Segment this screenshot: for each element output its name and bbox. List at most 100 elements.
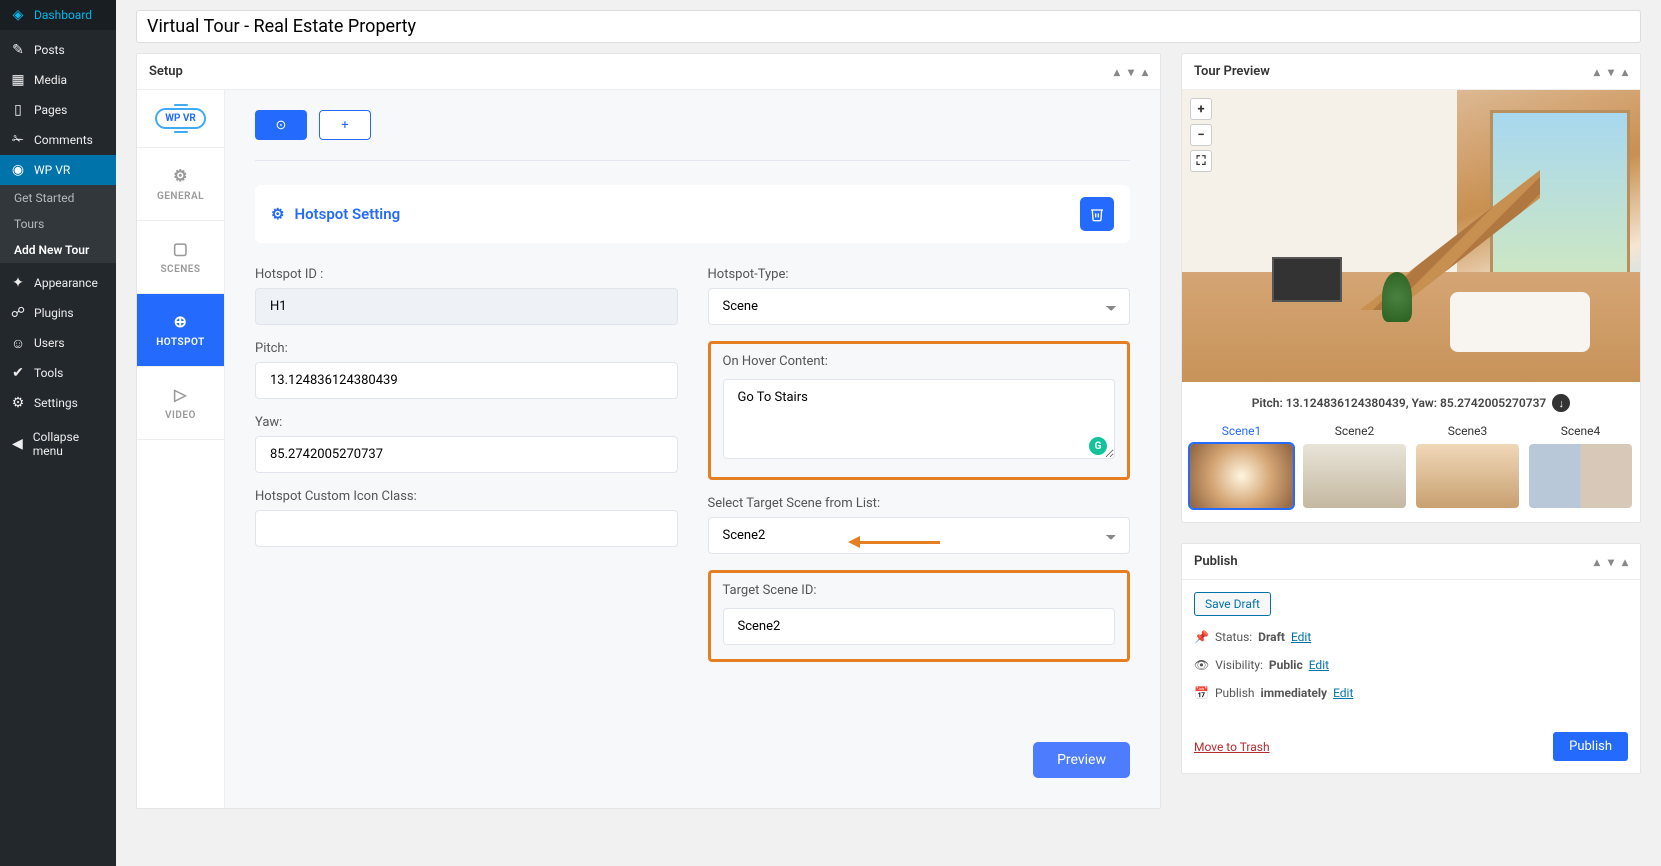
edit-status-link[interactable]: Edit (1291, 630, 1311, 644)
sidebar-item-dashboard[interactable]: ◈Dashboard (0, 0, 116, 30)
custom-icon-input[interactable] (255, 510, 678, 547)
sidebar-item-plugins[interactable]: ☍ Plugins (0, 298, 116, 328)
edit-visibility-link[interactable]: Edit (1309, 658, 1329, 672)
plugins-icon: ☍ (10, 305, 26, 321)
panel-toggle-icon[interactable]: ▴ (1622, 65, 1628, 79)
scene-thumb-3[interactable] (1416, 444, 1519, 508)
vtab-scenes[interactable]: ▢ SCENES (137, 221, 224, 294)
panorama-viewer[interactable]: + − ⛶ (1182, 90, 1640, 382)
sidebar-sub-tours[interactable]: Tours (0, 211, 116, 237)
comments-icon: ✁ (10, 132, 26, 148)
calendar-icon: 📅 (1194, 686, 1209, 700)
panel-toggle-icon[interactable]: ▴ (1622, 555, 1628, 569)
panel-down-icon[interactable]: ▾ (1608, 555, 1614, 569)
publish-button[interactable]: Publish (1553, 732, 1628, 761)
tools-icon: ✔ (10, 365, 26, 381)
hotspot-tab-add[interactable]: + (319, 110, 371, 140)
hotspot-type-label: Hotspot-Type: (708, 267, 1131, 282)
sidebar-item-settings[interactable]: ⚙Settings (0, 388, 116, 418)
panel-up-icon[interactable]: ▴ (1594, 555, 1600, 569)
sidebar-item-appearance[interactable]: ✦Appearance (0, 268, 116, 298)
scene-thumb-label: Scene1 (1190, 424, 1293, 438)
vtab-video[interactable]: ▷VIDEO (137, 367, 224, 440)
pitch-yaw-readout: Pitch: 13.124836124380439, Yaw: 85.27420… (1252, 396, 1547, 410)
edit-schedule-link[interactable]: Edit (1333, 686, 1353, 700)
preview-button[interactable]: Preview (1033, 742, 1130, 778)
sidebar-item-tools[interactable]: ✔ Tools (0, 358, 116, 388)
panel-title: Publish (1194, 554, 1238, 569)
move-to-trash-link[interactable]: Move to Trash (1194, 740, 1270, 754)
yaw-input[interactable] (255, 436, 678, 473)
vtab-hotspot[interactable]: ⊕HOTSPOT (137, 294, 224, 367)
admin-sidebar: ◈Dashboard ✎ Posts ▦ Media ▯Pages ✁ Comment… (0, 0, 116, 866)
sidebar-item-collapse[interactable]: ◀ Collapse menu (0, 423, 116, 465)
delete-hotspot-button[interactable] (1080, 197, 1114, 231)
sidebar-label: Media (34, 73, 67, 87)
sidebar-sub-get-started[interactable]: Get Started (0, 185, 116, 211)
media-icon: ▦ (10, 72, 26, 88)
schedule-value: immediately (1261, 686, 1328, 700)
panel-up-icon[interactable]: ▴ (1594, 65, 1600, 79)
sidebar-sub-add-new-tour[interactable]: Add New Tour (0, 237, 116, 263)
scene-thumb-4[interactable] (1529, 444, 1632, 508)
sidebar-item-comments[interactable]: ✁ Comments (0, 125, 116, 155)
download-icon[interactable]: ↓ (1552, 394, 1570, 412)
sidebar-item-posts[interactable]: ✎ Posts (0, 35, 116, 65)
post-title-input[interactable] (136, 10, 1641, 43)
scene-thumb-2[interactable] (1303, 444, 1406, 508)
grammarly-icon[interactable]: G (1089, 437, 1107, 455)
collapse-icon: ◀ (10, 436, 25, 452)
zoom-in-button[interactable]: + (1190, 98, 1212, 120)
panel-up-icon[interactable]: ▴ (1114, 65, 1120, 79)
wpvr-logo: WP VR (137, 90, 224, 148)
vtab-label: GENERAL (157, 191, 204, 202)
tour-preview-panel: Tour Preview ▴ ▾ ▴ (1181, 53, 1641, 523)
sidebar-label: Comments (34, 133, 93, 147)
save-draft-button[interactable]: Save Draft (1194, 592, 1271, 616)
sidebar-label: WP VR (34, 163, 70, 177)
vtab-label: SCENES (160, 264, 200, 275)
pin-icon: ✎ (10, 42, 26, 58)
sidebar-label: Tools (34, 366, 63, 380)
sidebar-label: Appearance (34, 276, 98, 290)
vtab-general[interactable]: ⚙GENERAL (137, 148, 224, 221)
scene-thumb-1[interactable] (1190, 444, 1293, 508)
scene-thumb-label: Scene4 (1529, 424, 1632, 438)
hotspot-tab-current[interactable]: ⊙ (255, 110, 307, 140)
sidebar-label: Posts (34, 43, 65, 57)
users-icon: ☺ (10, 335, 26, 351)
status-label: Status: (1215, 630, 1252, 644)
sidebar-item-media[interactable]: ▦ Media (0, 65, 116, 95)
pin-icon: 📌 (1194, 630, 1209, 644)
visibility-label: Visibility: (1215, 658, 1263, 672)
hover-content-highlight: On Hover Content: G (708, 341, 1131, 480)
hotspot-type-select[interactable]: Scene (708, 288, 1131, 325)
schedule-label: Publish (1215, 686, 1255, 700)
zoom-out-button[interactable]: − (1190, 124, 1212, 146)
sidebar-label: Collapse menu (33, 430, 106, 458)
yaw-label: Yaw: (255, 415, 678, 430)
pitch-input[interactable] (255, 362, 678, 399)
panel-down-icon[interactable]: ▾ (1608, 65, 1614, 79)
panel-down-icon[interactable]: ▾ (1128, 65, 1134, 79)
fullscreen-button[interactable]: ⛶ (1190, 150, 1212, 172)
eye-icon: 👁 (1194, 658, 1209, 672)
panel-title: Setup (149, 64, 183, 79)
target-scene-id-input[interactable] (723, 608, 1116, 645)
sidebar-label: Plugins (34, 306, 74, 320)
panel-toggle-icon[interactable]: ▴ (1142, 65, 1148, 79)
pitch-label: Pitch: (255, 341, 678, 356)
scene-thumb-label: Scene2 (1303, 424, 1406, 438)
sidebar-item-pages[interactable]: ▯Pages (0, 95, 116, 125)
target-scene-select-label: Select Target Scene from List: (708, 496, 1131, 511)
hotspot-id-input (255, 288, 678, 325)
sidebar-item-wpvr[interactable]: ◉WP VR (0, 155, 116, 185)
status-value: Draft (1258, 630, 1285, 644)
sidebar-item-users[interactable]: ☺Users (0, 328, 116, 358)
video-icon: ▷ (174, 385, 187, 404)
target-scene-select[interactable]: Scene2 (708, 517, 1131, 554)
dashboard-icon: ◈ (10, 7, 26, 23)
hover-content-textarea[interactable] (723, 379, 1116, 459)
vtab-label: HOTSPOT (156, 337, 205, 348)
image-icon: ▢ (173, 239, 189, 258)
